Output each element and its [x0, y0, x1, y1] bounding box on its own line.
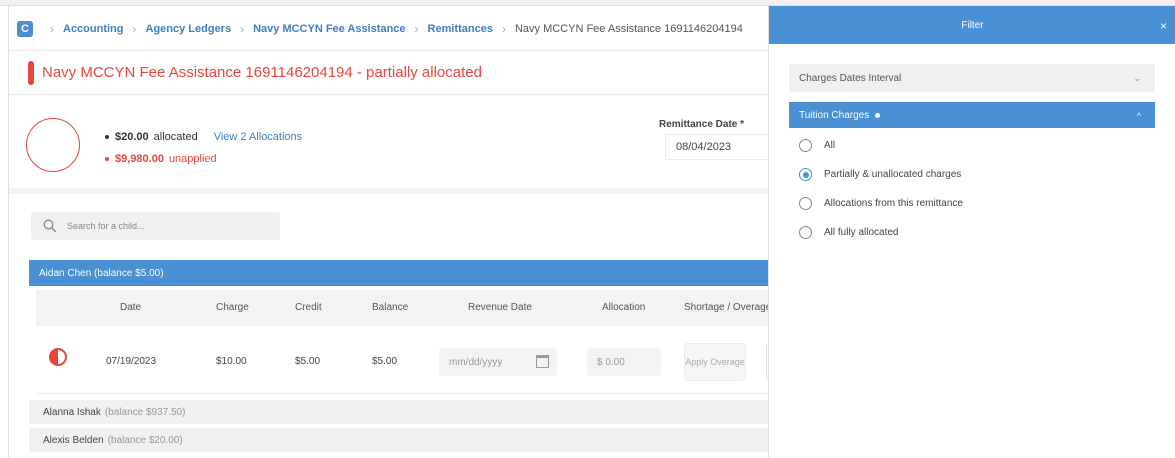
column-header-charge: Charge	[216, 302, 249, 313]
remittance-date-label: Remittance Date *	[659, 119, 745, 130]
column-header-allocation: Allocation	[602, 302, 646, 313]
allocation-summary: $20.00 allocated View 2 Allocations $9,9…	[9, 96, 771, 194]
allocated-amount: $20.00	[115, 131, 149, 143]
filter-title: Filter	[961, 19, 984, 31]
partial-allocation-icon	[49, 348, 67, 366]
chevron-right-icon: ›	[501, 22, 506, 36]
breadcrumb-current: Navy MCCYN Fee Assistance 1691146204194	[514, 23, 743, 35]
allocated-line: $20.00 allocated View 2 Allocations	[105, 131, 302, 143]
charges-dates-interval-section[interactable]: Charges Dates Interval ⌄	[789, 64, 1155, 92]
close-icon[interactable]: ×	[1160, 19, 1170, 33]
search-input[interactable]: Search for a child...	[31, 212, 280, 240]
table-header: Date Charge Credit Balance Revenue Date …	[36, 290, 771, 326]
tuition-charges-section[interactable]: Tuition Charges ^	[789, 102, 1155, 128]
allocation-input[interactable]: $ 0.00	[587, 348, 661, 376]
revenue-date-placeholder: mm/dd/yyyy	[449, 356, 503, 368]
column-header-balance: Balance	[372, 302, 409, 313]
row-charge: $10.00	[216, 356, 247, 367]
child-name: Aidan Chen	[39, 267, 92, 279]
radio-button[interactable]	[799, 226, 812, 239]
filter-option-fully-allocated[interactable]: All fully allocated	[799, 226, 898, 239]
child-name: Alexis Belden	[43, 434, 104, 446]
remittance-date-input[interactable]: 08/04/2023	[665, 134, 771, 160]
column-header-credit: Credit	[295, 302, 322, 313]
chevron-up-icon: ^	[1136, 111, 1141, 121]
unapplied-line: $9,980.00 unapplied	[105, 153, 217, 165]
option-label: All fully allocated	[824, 227, 899, 238]
child-group-row[interactable]: Alexis Belden (balance $20.00)	[29, 428, 771, 452]
filter-option-partially-unallocated[interactable]: Partially & unallocated charges	[799, 168, 961, 181]
child-balance: (balance $20.00)	[107, 434, 183, 446]
chevron-down-icon: ⌄	[1133, 73, 1141, 83]
table-row: 07/19/2023 $10.00 $5.00 $5.00 mm/dd/yyyy…	[36, 328, 776, 394]
calendar-icon[interactable]	[536, 355, 549, 368]
chevron-right-icon: ›	[50, 22, 54, 36]
main-panel: C › Accounting › Agency Ledgers › Navy M…	[8, 6, 776, 458]
radio-button[interactable]	[799, 197, 812, 210]
chevron-right-icon: ›	[132, 22, 137, 36]
title-bar: Navy MCCYN Fee Assistance 1691146204194 …	[9, 50, 771, 95]
bullet-icon	[105, 135, 109, 139]
unapplied-amount: $9,980.00	[115, 153, 164, 165]
search-placeholder: Search for a child...	[67, 221, 145, 231]
page-title: Navy MCCYN Fee Assistance 1691146204194 …	[42, 64, 482, 81]
option-label: Allocations from this remittance	[824, 198, 963, 209]
search-icon	[43, 219, 57, 233]
status-indicator	[28, 60, 34, 85]
filter-header: Filter ×	[769, 6, 1175, 44]
chevron-right-icon: ›	[240, 22, 245, 36]
view-allocations-link[interactable]: View 2 Allocations	[214, 131, 302, 143]
breadcrumb-accounting[interactable]: Accounting	[63, 23, 124, 35]
apply-overage-button[interactable]: Apply Overage	[684, 343, 746, 381]
child-balance: (balance $5.00)	[94, 267, 164, 279]
row-date: 07/19/2023	[106, 356, 157, 367]
allocated-label: allocated	[153, 131, 198, 143]
breadcrumb-agency[interactable]: Navy MCCYN Fee Assistance	[253, 23, 405, 35]
row-credit: $5.00	[295, 356, 321, 367]
unapplied-label: unapplied	[168, 153, 217, 165]
column-header-revenue-date: Revenue Date	[468, 302, 532, 313]
radio-button[interactable]	[799, 168, 812, 181]
filter-option-all[interactable]: All	[799, 139, 835, 152]
breadcrumb-agency-ledgers[interactable]: Agency Ledgers	[146, 23, 232, 35]
section-label: Charges Dates Interval	[799, 72, 902, 84]
active-filter-dot	[875, 112, 881, 118]
bullet-icon	[105, 157, 109, 161]
filter-option-this-remittance[interactable]: Allocations from this remittance	[799, 197, 963, 210]
allocation-progress-ring	[26, 118, 80, 172]
option-label: All	[824, 140, 836, 151]
app-logo-icon[interactable]: C	[17, 21, 33, 37]
option-label: Partially & unallocated charges	[824, 169, 962, 180]
column-header-date: Date	[120, 302, 142, 313]
revenue-date-input[interactable]: mm/dd/yyyy	[439, 348, 557, 376]
child-name: Alanna Ishak	[43, 406, 101, 418]
child-group-header[interactable]: Aidan Chen (balance $5.00)	[29, 260, 771, 286]
column-header-shortage-overage: Shortage / Overage	[684, 302, 772, 313]
section-label: Tuition Charges	[799, 109, 870, 121]
radio-button[interactable]	[799, 139, 812, 152]
breadcrumb-remittances[interactable]: Remittances	[428, 23, 493, 35]
row-balance: $5.00	[372, 356, 398, 367]
breadcrumb: C › Accounting › Agency Ledgers › Navy M…	[9, 14, 771, 44]
filter-panel: Filter × Charges Dates Interval ⌄ Tuitio…	[768, 6, 1175, 458]
child-balance: (balance $937.50)	[104, 406, 186, 418]
chevron-right-icon: ›	[414, 22, 419, 36]
child-group-row[interactable]: Alanna Ishak (balance $937.50)	[29, 400, 771, 424]
